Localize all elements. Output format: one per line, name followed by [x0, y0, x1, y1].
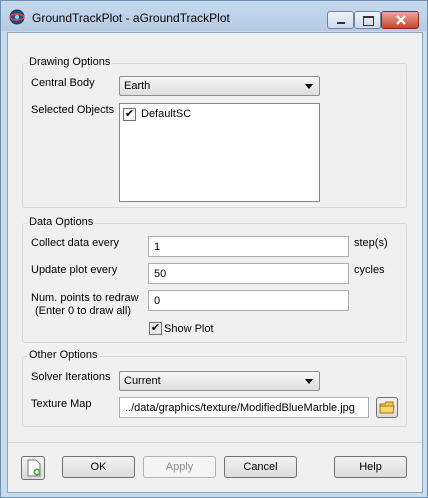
central-body-label: Central Body [31, 77, 95, 89]
browse-texture-button[interactable] [376, 397, 398, 418]
button-bar-divider [8, 442, 422, 443]
dialog-body: Drawing Options Central Body Earth Selec… [7, 32, 423, 493]
app-globe-icon [9, 9, 25, 25]
data-options-group: Data Options Collect data every step(s) … [22, 216, 407, 343]
minimize-icon [337, 22, 345, 24]
drawing-options-legend: Drawing Options [27, 56, 113, 68]
other-options-legend: Other Options [27, 349, 100, 361]
window-title: GroundTrackPlot - aGroundTrackPlot [32, 11, 230, 25]
help-button[interactable]: Help [334, 456, 407, 478]
data-options-legend: Data Options [27, 216, 96, 228]
num-points-label: Num. points to redraw [31, 292, 139, 304]
object-label: DefaultSC [141, 108, 192, 120]
object-checkbox[interactable]: ✔ [123, 108, 136, 121]
ok-button[interactable]: OK [62, 456, 135, 478]
texture-map-input[interactable] [119, 397, 369, 418]
maximize-icon [363, 16, 374, 26]
num-points-hint: (Enter 0 to draw all) [35, 305, 131, 317]
central-body-select[interactable]: Earth [119, 76, 320, 96]
collect-data-input[interactable] [148, 236, 349, 257]
solver-iterations-label: Solver Iterations [31, 371, 111, 383]
texture-map-label: Texture Map [31, 398, 92, 410]
maximize-button[interactable] [354, 11, 381, 29]
solver-iterations-value: Current [124, 375, 161, 387]
drawing-options-group: Drawing Options Central Body Earth Selec… [22, 56, 407, 208]
new-script-button[interactable] [21, 456, 45, 480]
collect-data-field[interactable] [149, 237, 348, 256]
chevron-down-icon [305, 84, 313, 89]
collect-unit-label: step(s) [354, 237, 388, 249]
new-script-icon [27, 459, 41, 477]
update-plot-label: Update plot every [31, 264, 118, 276]
chevron-down-icon [305, 379, 313, 384]
num-points-field[interactable] [149, 291, 348, 310]
title-bar[interactable]: GroundTrackPlot - aGroundTrackPlot [1, 1, 427, 31]
cancel-button[interactable]: Cancel [224, 456, 297, 478]
num-points-input[interactable] [148, 290, 349, 311]
selected-objects-label: Selected Objects [31, 104, 115, 116]
folder-icon [379, 401, 395, 414]
apply-button[interactable]: Apply [143, 456, 216, 478]
close-button[interactable] [381, 11, 419, 29]
texture-map-field[interactable] [120, 398, 368, 417]
central-body-value: Earth [124, 80, 151, 92]
show-plot-label[interactable]: Show Plot [164, 323, 214, 335]
update-plot-field[interactable] [149, 264, 348, 283]
update-plot-input[interactable] [148, 263, 349, 284]
dialog-window: GroundTrackPlot - aGroundTrackPlot Drawi… [0, 0, 428, 498]
selected-objects-list[interactable]: ✔ DefaultSC [119, 103, 320, 202]
update-unit-label: cycles [354, 264, 385, 276]
list-item[interactable]: ✔ DefaultSC [123, 107, 243, 123]
minimize-button[interactable] [327, 11, 354, 29]
show-plot-checkbox[interactable]: ✔ [149, 322, 162, 335]
other-options-group: Other Options Solver Iterations Current … [22, 349, 407, 427]
solver-iterations-select[interactable]: Current [119, 371, 320, 391]
collect-data-label: Collect data every [31, 237, 120, 249]
close-icon [396, 15, 406, 25]
